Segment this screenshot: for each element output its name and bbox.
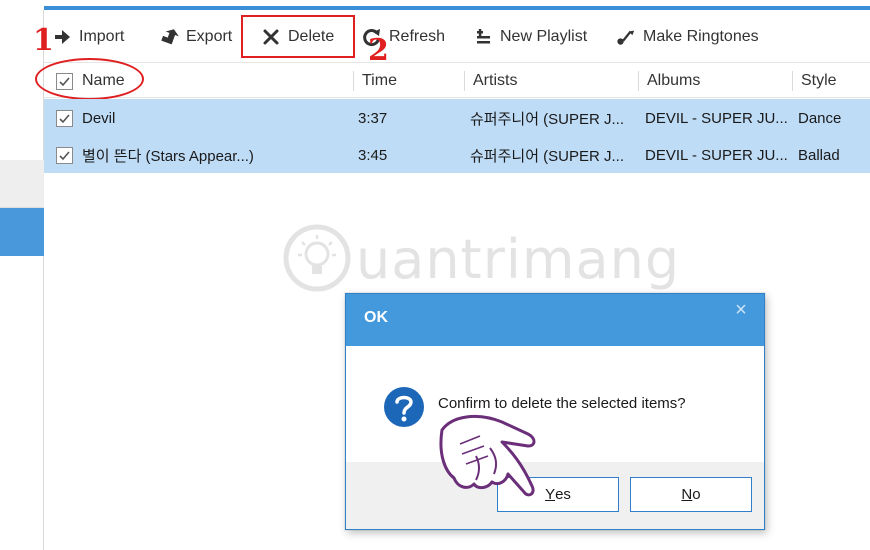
confirm-dialog: OK × Confirm to delete the selected item… bbox=[345, 293, 765, 530]
dialog-title: OK bbox=[364, 309, 388, 326]
dialog-body: Confirm to delete the selected items? bbox=[346, 346, 764, 462]
cell-artists: 슈퍼주니어 (SUPER J... bbox=[470, 110, 625, 128]
export-icon bbox=[159, 27, 179, 47]
no-accelerator: N bbox=[681, 486, 693, 503]
sidebar-item[interactable] bbox=[0, 160, 44, 208]
watermark: uantrimang bbox=[282, 218, 679, 304]
cell-name: 별이 뜬다 (Stars Appear...) bbox=[82, 147, 254, 165]
dialog-footer: Yes No bbox=[346, 462, 764, 529]
cell-name: Devil bbox=[82, 109, 116, 127]
column-divider[interactable] bbox=[464, 71, 465, 91]
new-playlist-button[interactable]: New Playlist bbox=[473, 24, 587, 50]
make-ringtones-label: Make Ringtones bbox=[643, 28, 759, 45]
import-label: Import bbox=[79, 28, 125, 45]
column-divider[interactable] bbox=[353, 71, 354, 91]
row-checkbox[interactable] bbox=[56, 145, 73, 165]
import-icon bbox=[52, 27, 72, 47]
row-checkbox[interactable] bbox=[56, 108, 73, 128]
yes-accelerator: Y bbox=[545, 486, 556, 503]
lightbulb-icon bbox=[283, 224, 351, 292]
column-divider[interactable] bbox=[792, 71, 793, 91]
top-bar bbox=[0, 0, 870, 10]
new-playlist-icon bbox=[473, 27, 493, 47]
left-sidebar bbox=[0, 10, 44, 550]
close-icon: × bbox=[735, 299, 747, 321]
yes-label: es bbox=[555, 486, 571, 503]
dialog-titlebar: OK × bbox=[346, 294, 764, 346]
watermark-text: uantrimang bbox=[356, 228, 681, 291]
cell-albums: DEVIL - SUPER JU... bbox=[645, 109, 788, 127]
question-icon bbox=[384, 387, 424, 427]
no-button[interactable]: No bbox=[630, 477, 752, 512]
sidebar-item-selected[interactable] bbox=[0, 208, 44, 256]
import-button[interactable]: Import bbox=[52, 24, 124, 50]
column-divider[interactable] bbox=[638, 71, 639, 91]
table-row[interactable]: Devil 3:37 슈퍼주니어 (SUPER J... DEVIL - SUP… bbox=[44, 99, 870, 136]
cell-artists: 슈퍼주니어 (SUPER J... bbox=[470, 147, 625, 165]
make-ringtones-icon bbox=[616, 27, 636, 47]
column-artists[interactable]: Artists bbox=[473, 70, 517, 92]
toolbar: Import Export Delete Refresh New Playlis… bbox=[44, 10, 870, 62]
name-header-highlight bbox=[35, 58, 144, 100]
cell-time: 3:45 bbox=[358, 146, 388, 164]
pointing-hand-icon bbox=[439, 415, 536, 497]
export-button[interactable]: Export bbox=[159, 24, 232, 50]
make-ringtones-button[interactable]: Make Ringtones bbox=[616, 24, 759, 50]
cell-style: Ballad bbox=[798, 146, 840, 164]
new-playlist-label: New Playlist bbox=[500, 28, 588, 45]
no-label: o bbox=[692, 486, 701, 503]
column-style[interactable]: Style bbox=[801, 70, 837, 92]
export-label: Export bbox=[186, 28, 233, 45]
close-button[interactable]: × bbox=[730, 299, 752, 321]
cell-style: Dance bbox=[798, 109, 842, 127]
column-albums[interactable]: Albums bbox=[647, 70, 700, 92]
cell-albums: DEVIL - SUPER JU... bbox=[645, 146, 788, 164]
table-row[interactable]: 별이 뜬다 (Stars Appear...) 3:45 슈퍼주니어 (SUPE… bbox=[44, 136, 870, 173]
delete-highlight-box bbox=[241, 15, 355, 58]
step-1-annotation: 1 bbox=[33, 23, 54, 58]
cell-time: 3:37 bbox=[358, 109, 388, 127]
table-header: Name Time Artists Albums Style bbox=[44, 62, 870, 98]
refresh-label: Refresh bbox=[389, 28, 446, 45]
column-time[interactable]: Time bbox=[362, 70, 397, 92]
